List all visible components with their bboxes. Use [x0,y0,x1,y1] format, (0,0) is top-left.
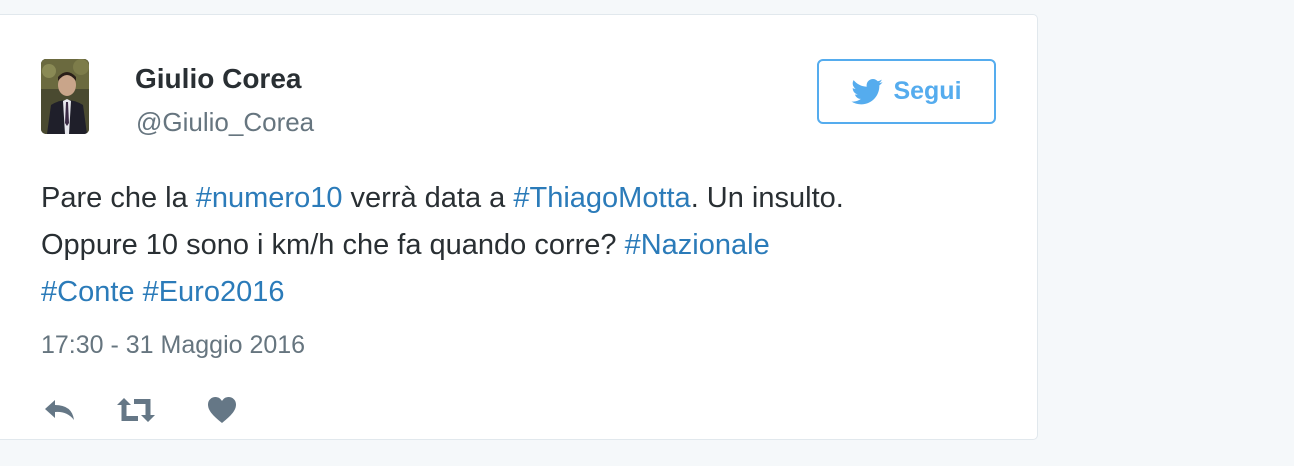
twitter-bird-icon [851,78,884,104]
retweet-icon [117,398,155,422]
like-button[interactable] [204,392,240,428]
tweet-text-segment: . Un insulto. [690,182,844,214]
tweet-text-segment: verrà data a [342,182,514,214]
author-handle[interactable]: @Giulio_Corea [136,107,314,138]
hashtag-nazionale[interactable]: #Nazionale [625,229,770,261]
heart-icon [208,397,236,423]
hashtag-thiagomotta[interactable]: #ThiagoMotta [513,182,690,214]
hashtag-conte[interactable]: #Conte [41,276,135,308]
follow-button-label: Segui [893,77,962,105]
author-name[interactable]: Giulio Corea [135,63,301,95]
retweet-button[interactable] [114,392,158,428]
hashtag-euro2016[interactable]: #Euro2016 [143,276,285,308]
tweet-text-segment [135,276,143,308]
avatar-photo [41,59,89,134]
tweet-text-segment: Oppure 10 sono i km/h che fa quando corr… [41,229,625,261]
tweet-text: Pare che la #numero10 verrà data a #Thia… [41,175,1001,316]
follow-button[interactable]: Segui [817,59,996,124]
tweet-card: Giulio Corea @Giulio_Corea Segui Pare ch… [0,14,1038,440]
reply-button[interactable] [42,392,78,428]
tweet-text-segment: Pare che la [41,182,196,214]
tweet-line-1: Pare che la #numero10 verrà data a #Thia… [41,175,1001,222]
hashtag-numero10[interactable]: #numero10 [196,182,343,214]
tweet-timestamp[interactable]: 17:30 - 31 Maggio 2016 [41,331,305,360]
tweet-line-2: Oppure 10 sono i km/h che fa quando corr… [41,222,1001,269]
reply-icon [45,400,74,420]
avatar[interactable] [41,59,89,134]
tweet-line-3: #Conte #Euro2016 [41,269,1001,316]
